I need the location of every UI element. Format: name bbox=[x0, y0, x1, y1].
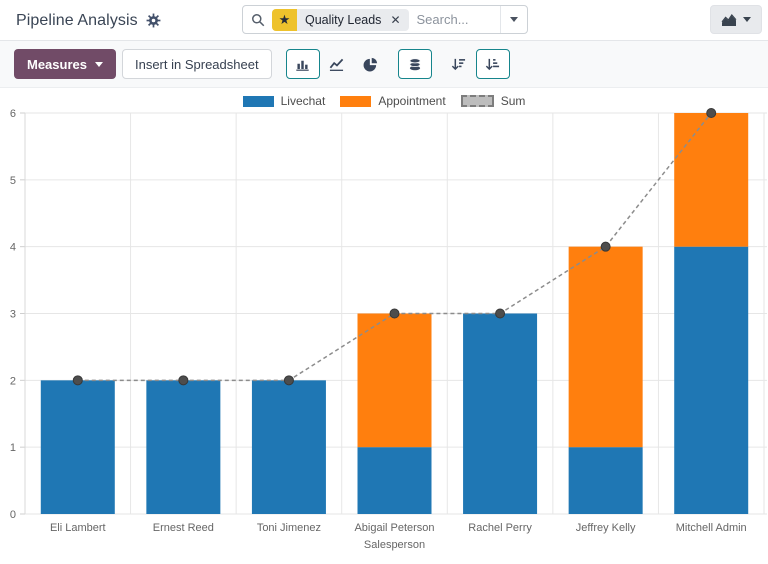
legend-item[interactable]: Appointment bbox=[340, 94, 445, 108]
bar-segment-appointment bbox=[674, 113, 748, 247]
legend-item[interactable]: Livechat bbox=[243, 94, 326, 108]
y-tick-label: 5 bbox=[10, 175, 16, 187]
y-tick-label: 4 bbox=[10, 242, 16, 254]
chevron-down-icon bbox=[743, 17, 751, 22]
x-tick-label: Mitchell Admin bbox=[676, 522, 747, 534]
y-tick-label: 1 bbox=[10, 442, 16, 454]
search-facet: ★ Quality Leads ✕ bbox=[272, 9, 409, 31]
insert-in-spreadsheet-button[interactable]: Insert in Spreadsheet bbox=[122, 49, 272, 79]
measures-label: Measures bbox=[27, 57, 87, 72]
x-tick-label: Ernest Reed bbox=[153, 522, 214, 534]
legend-swatch bbox=[243, 96, 274, 107]
search-input[interactable] bbox=[409, 6, 501, 33]
sum-point bbox=[73, 376, 82, 385]
legend-swatch bbox=[340, 96, 371, 107]
pipeline-chart: 0 1 2 3 4 5 6 Eli Lambert Ernest Reed Toni Jimene… bbox=[0, 88, 768, 564]
search-dropdown-toggle[interactable] bbox=[500, 6, 527, 33]
bar-chart-icon bbox=[295, 57, 310, 72]
sum-point bbox=[179, 376, 188, 385]
sort-ascending-button[interactable] bbox=[476, 49, 510, 79]
control-panel: Measures Insert in Spreadsheet bbox=[0, 41, 768, 88]
y-tick-label: 2 bbox=[10, 375, 16, 387]
chart-type-group bbox=[286, 49, 388, 79]
x-tick-label: Toni Jimenez bbox=[257, 522, 321, 534]
chart-legend: Livechat Appointment Sum bbox=[0, 94, 768, 108]
legend-label: Sum bbox=[501, 94, 526, 108]
search-icon bbox=[251, 13, 265, 27]
sort-ascending-icon bbox=[485, 57, 500, 72]
y-tick-label: 0 bbox=[10, 509, 16, 521]
graph-view: Livechat Appointment Sum 0 1 2 3 4 5 6 Eli Lamber… bbox=[0, 88, 768, 564]
bar-segment-appointment bbox=[358, 314, 432, 448]
sum-point bbox=[284, 376, 293, 385]
area-chart-icon bbox=[721, 13, 737, 27]
close-icon[interactable]: ✕ bbox=[388, 14, 408, 26]
bar-segment-livechat bbox=[569, 447, 643, 514]
bar-segment-livechat bbox=[41, 380, 115, 514]
x-tick-label: Eli Lambert bbox=[50, 522, 106, 534]
y-tick-label: 6 bbox=[10, 108, 16, 120]
sum-point bbox=[601, 242, 610, 251]
bar-chart-button[interactable] bbox=[286, 49, 320, 79]
pie-chart-icon bbox=[363, 57, 378, 72]
legend-label: Appointment bbox=[378, 94, 445, 108]
y-tick-label: 3 bbox=[10, 309, 16, 321]
sort-descending-icon bbox=[451, 57, 466, 72]
gear-icon[interactable] bbox=[146, 13, 161, 28]
search-bar: ★ Quality Leads ✕ bbox=[242, 5, 528, 34]
sum-point bbox=[496, 309, 505, 318]
stacked-toggle-button[interactable] bbox=[398, 49, 432, 79]
chevron-down-icon bbox=[95, 62, 103, 67]
bar-segment-livechat bbox=[146, 380, 220, 514]
page-title: Pipeline Analysis bbox=[16, 12, 138, 30]
x-tick-label: Jeffrey Kelly bbox=[576, 522, 636, 534]
line-chart-button[interactable] bbox=[320, 49, 354, 79]
legend-label: Livechat bbox=[281, 94, 326, 108]
x-axis-title: Salesperson bbox=[364, 539, 425, 551]
facet-label: Quality Leads bbox=[297, 13, 388, 27]
line-chart-icon bbox=[329, 57, 344, 72]
measures-button[interactable]: Measures bbox=[14, 49, 116, 79]
star-icon: ★ bbox=[272, 9, 297, 31]
bar-segment-livechat bbox=[358, 447, 432, 514]
bar-segment-livechat bbox=[674, 247, 748, 514]
breadcrumb: Pipeline Analysis bbox=[16, 0, 161, 41]
sum-point bbox=[707, 109, 716, 118]
sort-group bbox=[442, 49, 510, 79]
x-tick-label: Abigail Peterson bbox=[354, 522, 434, 534]
pie-chart-button[interactable] bbox=[354, 49, 388, 79]
stacked-icon bbox=[408, 57, 422, 72]
legend-item[interactable]: Sum bbox=[461, 94, 526, 108]
legend-swatch-dashed bbox=[461, 95, 494, 107]
x-tick-label: Rachel Perry bbox=[468, 522, 532, 534]
sum-point bbox=[390, 309, 399, 318]
sort-descending-button[interactable] bbox=[442, 49, 476, 79]
bar-segment-appointment bbox=[569, 247, 643, 448]
view-switcher-button[interactable] bbox=[710, 5, 762, 34]
bar-segment-livechat bbox=[252, 380, 326, 514]
bar-segment-livechat bbox=[463, 314, 537, 515]
chevron-down-icon bbox=[510, 17, 518, 22]
top-bar: Pipeline Analysis bbox=[0, 0, 768, 41]
